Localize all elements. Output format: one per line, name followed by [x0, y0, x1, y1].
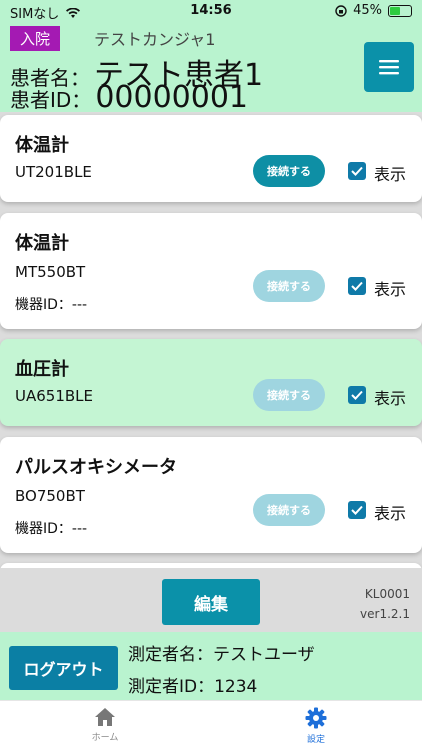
battery-icon	[388, 4, 412, 17]
show-checkbox[interactable]	[348, 277, 366, 295]
device-title: 血圧計	[15, 359, 69, 380]
edit-bar: 編集 KL0001 ver1.2.1	[0, 568, 422, 632]
measurer-id: 1234	[214, 677, 258, 697]
device-model: UT201BLE	[15, 163, 92, 181]
device-id: 機器ID：---	[15, 521, 88, 537]
hamburger-menu-icon	[379, 60, 399, 75]
logout-button[interactable]: ログアウト	[9, 646, 118, 690]
tab-home[interactable]: ホーム	[75, 707, 135, 743]
battery-fill	[390, 6, 400, 15]
connect-button[interactable]: 接続する	[253, 270, 325, 302]
patient-id-row: 患者ID： 00000001	[10, 80, 248, 115]
device-title: 体温計	[15, 233, 69, 254]
checkmark-icon	[351, 390, 363, 400]
show-label: 表示	[374, 389, 407, 408]
measurer-id-label: 測定者ID：	[128, 677, 215, 697]
measurer-id-row: 測定者ID：1234	[128, 672, 257, 697]
admission-badge: 入院	[10, 26, 61, 51]
patient-kana: テストカンジャ1	[94, 30, 216, 49]
menu-button[interactable]	[364, 42, 414, 92]
device-model: BO750BT	[15, 487, 85, 505]
device-card: 血圧計 UA651BLE 接続する 表示	[0, 339, 422, 426]
device-title: 体温計	[15, 135, 69, 156]
device-model: MT550BT	[15, 263, 86, 281]
tab-settings-label: 設定	[306, 735, 325, 745]
connect-button[interactable]: 接続する	[253, 379, 325, 411]
measurer-name-row: 測定者名：テストユーザ	[128, 640, 315, 665]
home-icon	[95, 708, 115, 726]
connect-button[interactable]: 接続する	[253, 155, 325, 187]
user-bar: ログアウト 測定者名：テストユーザ 測定者ID：1234	[0, 632, 422, 700]
connect-button[interactable]: 接続する	[253, 494, 325, 526]
status-bar: SIMなし 14:56 45%	[0, 0, 422, 22]
measurer-name: テストユーザ	[213, 645, 315, 665]
device-title: パルスオキシメータ	[15, 457, 177, 478]
checkmark-icon	[351, 505, 363, 515]
tab-home-label: ホーム	[91, 733, 119, 743]
battery-percent: 45%	[353, 3, 382, 18]
show-label: 表示	[374, 280, 407, 299]
version-info: KL0001 ver1.2.1	[360, 584, 410, 624]
patient-id: 00000001	[95, 80, 249, 115]
show-checkbox[interactable]	[348, 162, 366, 180]
device-id: 機器ID：---	[15, 297, 88, 313]
show-checkbox[interactable]	[348, 386, 366, 404]
app-version: ver1.2.1	[360, 607, 410, 621]
device-model: UA651BLE	[15, 387, 93, 405]
edit-button[interactable]: 編集	[162, 579, 260, 625]
gear-icon	[305, 707, 327, 729]
show-label: 表示	[374, 165, 407, 184]
checkmark-icon	[351, 166, 363, 176]
patient-id-label: 患者ID：	[10, 88, 92, 112]
status-right: 45%	[335, 3, 412, 18]
orientation-lock-icon	[335, 4, 347, 17]
measurer-name-label: 測定者名：	[128, 645, 213, 665]
device-card: 体温計 UT201BLE 接続する 表示	[0, 115, 422, 202]
tab-bar: ホーム 設定	[0, 700, 422, 751]
device-card: 体温計 MT550BT 機器ID：--- 接続する 表示	[0, 213, 422, 329]
show-label: 表示	[374, 504, 407, 523]
tab-settings[interactable]: 設定	[286, 707, 346, 745]
patient-header: 入院 テストカンジャ1 患者名： テスト患者1 患者ID： 00000001	[0, 22, 422, 115]
device-card: パルスオキシメータ BO750BT 機器ID：--- 接続する 表示	[0, 437, 422, 553]
app-code: KL0001	[364, 587, 410, 601]
show-checkbox[interactable]	[348, 501, 366, 519]
checkmark-icon	[351, 281, 363, 291]
